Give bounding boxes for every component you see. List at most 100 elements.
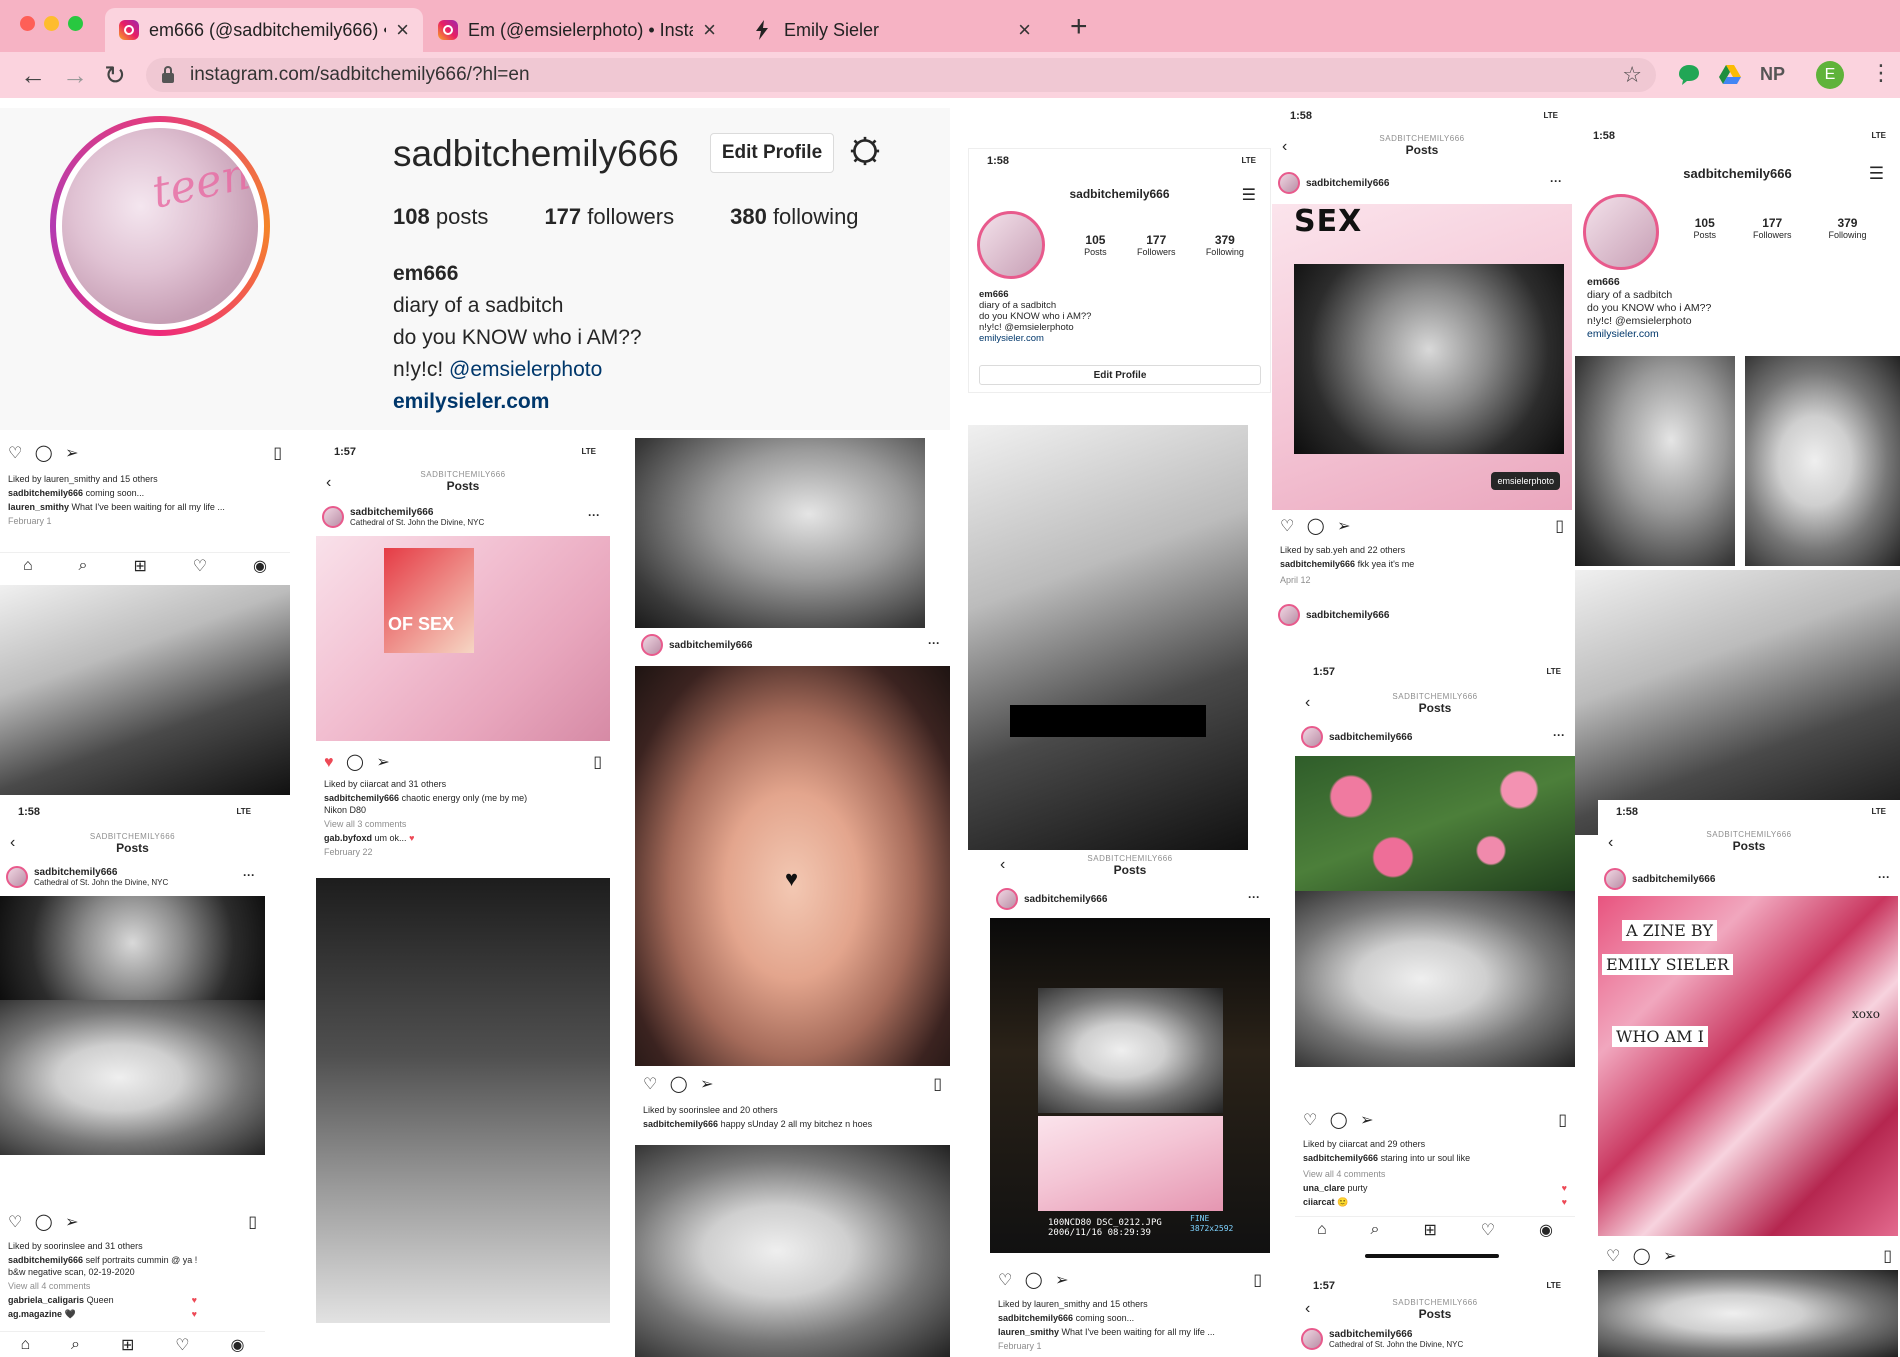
- activity-heart-icon[interactable]: ♡: [1481, 1220, 1495, 1240]
- share-icon[interactable]: ➢: [1663, 1248, 1676, 1265]
- more-options-icon[interactable]: ···: [1878, 870, 1890, 884]
- bookmark-icon[interactable]: ▯: [1555, 516, 1564, 536]
- chat-extension-icon[interactable]: [1678, 64, 1700, 86]
- heart-icon[interactable]: ♡: [8, 1214, 22, 1231]
- new-post-icon[interactable]: ⊞: [1423, 1220, 1436, 1240]
- profile-avatar[interactable]: teen: [50, 116, 270, 336]
- post-user[interactable]: sadbitchemily666: [1278, 604, 1389, 626]
- menu-kebab-icon[interactable]: ⋮: [1870, 60, 1892, 86]
- comment-icon[interactable]: ◯: [670, 1076, 688, 1093]
- mini-edit-profile-button[interactable]: Edit Profile: [979, 365, 1261, 385]
- website-link[interactable]: emilysieler.com: [393, 386, 642, 418]
- more-options-icon[interactable]: ···: [588, 508, 600, 522]
- new-post-icon[interactable]: ⊞: [133, 556, 146, 576]
- profile-avatar-icon[interactable]: ◉: [253, 556, 267, 576]
- comment-icon[interactable]: ◯: [1025, 1272, 1043, 1289]
- share-icon[interactable]: ➢: [376, 754, 389, 771]
- bookmark-icon[interactable]: ▯: [1558, 1110, 1567, 1130]
- post-user[interactable]: sadbitchemily666 Cathedral of St. John th…: [1301, 1328, 1463, 1350]
- mini-followers-count[interactable]: 177 Followers: [1753, 216, 1792, 240]
- tag-label[interactable]: emsielerphoto: [1491, 472, 1560, 490]
- followers-count[interactable]: 177 followers: [544, 204, 674, 230]
- following-count[interactable]: 380 following: [730, 204, 858, 230]
- liked-heart-icon[interactable]: ♥: [324, 754, 334, 771]
- search-icon[interactable]: ⌕: [71, 1336, 80, 1354]
- post-user[interactable]: sadbitchemily666 Cathedral of St. John th…: [322, 506, 484, 528]
- post-user[interactable]: sadbitchemily666: [1604, 868, 1715, 890]
- more-options-icon[interactable]: ···: [1248, 890, 1260, 904]
- mini-profile-avatar[interactable]: [1583, 194, 1659, 270]
- back-arrow-icon[interactable]: ←: [20, 60, 46, 91]
- minimize-window-button[interactable]: [44, 16, 59, 31]
- bookmark-icon[interactable]: ▯: [248, 1212, 257, 1232]
- profile-avatar-icon[interactable]: ◉: [1539, 1220, 1553, 1240]
- bookmark-icon[interactable]: ▯: [1253, 1270, 1262, 1290]
- bookmark-icon[interactable]: ▯: [1883, 1246, 1892, 1266]
- mini-profile-username[interactable]: sadbitchemily666: [969, 187, 1270, 201]
- share-icon[interactable]: ➢: [65, 445, 78, 462]
- activity-heart-icon[interactable]: ♡: [193, 556, 207, 576]
- bookmark-icon[interactable]: ▯: [593, 752, 602, 772]
- tab-close-icon[interactable]: ×: [396, 17, 409, 43]
- forward-arrow-icon[interactable]: →: [62, 60, 88, 91]
- home-icon[interactable]: ⌂: [20, 1336, 30, 1354]
- mini-profile-username[interactable]: sadbitchemily666: [1575, 166, 1900, 181]
- bookmark-star-icon[interactable]: ☆: [1622, 62, 1642, 88]
- post-user[interactable]: sadbitchemily666: [996, 888, 1107, 910]
- tab-instagram-emsieler[interactable]: Em (@emsielerphoto) • Instagr ×: [424, 8, 730, 52]
- maximize-window-button[interactable]: [68, 16, 83, 31]
- home-icon[interactable]: ⌂: [23, 557, 33, 575]
- edit-profile-button[interactable]: Edit Profile: [710, 133, 834, 173]
- view-all-comments[interactable]: View all 4 comments: [1303, 1168, 1567, 1180]
- comment-icon[interactable]: ◯: [35, 445, 53, 462]
- bookmark-icon[interactable]: ▯: [273, 443, 282, 463]
- post-user[interactable]: sadbitchemily666: [1301, 726, 1412, 748]
- settings-gear-icon[interactable]: [850, 136, 880, 166]
- profile-avatar-button[interactable]: E: [1816, 61, 1844, 89]
- search-icon[interactable]: ⌕: [1371, 1221, 1380, 1239]
- drive-extension-icon[interactable]: [1718, 64, 1742, 86]
- post-user[interactable]: sadbitchemily666: [1278, 172, 1389, 194]
- heart-icon[interactable]: ♡: [998, 1272, 1012, 1289]
- heart-icon[interactable]: ♡: [8, 445, 22, 462]
- post-user[interactable]: sadbitchemily666 Cathedral of St. John th…: [6, 866, 168, 888]
- comment-icon[interactable]: ◯: [1330, 1112, 1348, 1129]
- heart-icon[interactable]: ♡: [643, 1076, 657, 1093]
- comment-icon[interactable]: ◯: [1307, 518, 1325, 535]
- np-extension-icon[interactable]: NP: [1760, 64, 1785, 85]
- search-icon[interactable]: ⌕: [79, 557, 88, 575]
- activity-heart-icon[interactable]: ♡: [175, 1335, 189, 1355]
- view-all-comments[interactable]: View all 3 comments: [324, 818, 602, 830]
- comment-icon[interactable]: ◯: [1633, 1248, 1651, 1265]
- more-options-icon[interactable]: ···: [1550, 174, 1562, 188]
- bookmark-icon[interactable]: ▯: [933, 1074, 942, 1094]
- share-icon[interactable]: ➢: [65, 1214, 78, 1231]
- tab-close-icon[interactable]: ×: [1018, 17, 1031, 43]
- hamburger-menu-icon[interactable]: ☰: [1869, 164, 1884, 184]
- new-post-icon[interactable]: ⊞: [121, 1335, 134, 1355]
- address-bar[interactable]: instagram.com/sadbitchemily666/?hl=en ☆: [146, 58, 1656, 92]
- mini-followers-count[interactable]: 177 Followers: [1137, 233, 1176, 257]
- heart-icon[interactable]: ♡: [1303, 1112, 1317, 1129]
- close-window-button[interactable]: [20, 16, 35, 31]
- tab-emily-sieler[interactable]: Emily Sieler ×: [740, 8, 1045, 52]
- share-icon[interactable]: ➢: [1337, 518, 1350, 535]
- share-icon[interactable]: ➢: [1360, 1112, 1373, 1129]
- more-options-icon[interactable]: ···: [243, 868, 255, 882]
- mini-following-count[interactable]: 379 Following: [1206, 233, 1244, 257]
- bio-mention-link[interactable]: @emsielerphoto: [449, 358, 602, 381]
- mini-following-count[interactable]: 379 Following: [1828, 216, 1866, 240]
- share-icon[interactable]: ➢: [1055, 1272, 1068, 1289]
- view-all-comments[interactable]: View all 4 comments: [8, 1280, 257, 1292]
- more-options-icon[interactable]: ···: [1553, 728, 1565, 742]
- comment-icon[interactable]: ◯: [35, 1214, 53, 1231]
- heart-icon[interactable]: ♡: [1606, 1248, 1620, 1265]
- mini-profile-avatar[interactable]: [977, 211, 1045, 279]
- post-user[interactable]: sadbitchemily666: [641, 634, 752, 656]
- home-icon[interactable]: ⌂: [1317, 1221, 1327, 1239]
- new-tab-button[interactable]: +: [1070, 10, 1088, 44]
- reload-icon[interactable]: ↻: [104, 60, 126, 91]
- share-icon[interactable]: ➢: [700, 1076, 713, 1093]
- comment-icon[interactable]: ◯: [346, 754, 364, 771]
- hamburger-menu-icon[interactable]: ☰: [1242, 185, 1256, 205]
